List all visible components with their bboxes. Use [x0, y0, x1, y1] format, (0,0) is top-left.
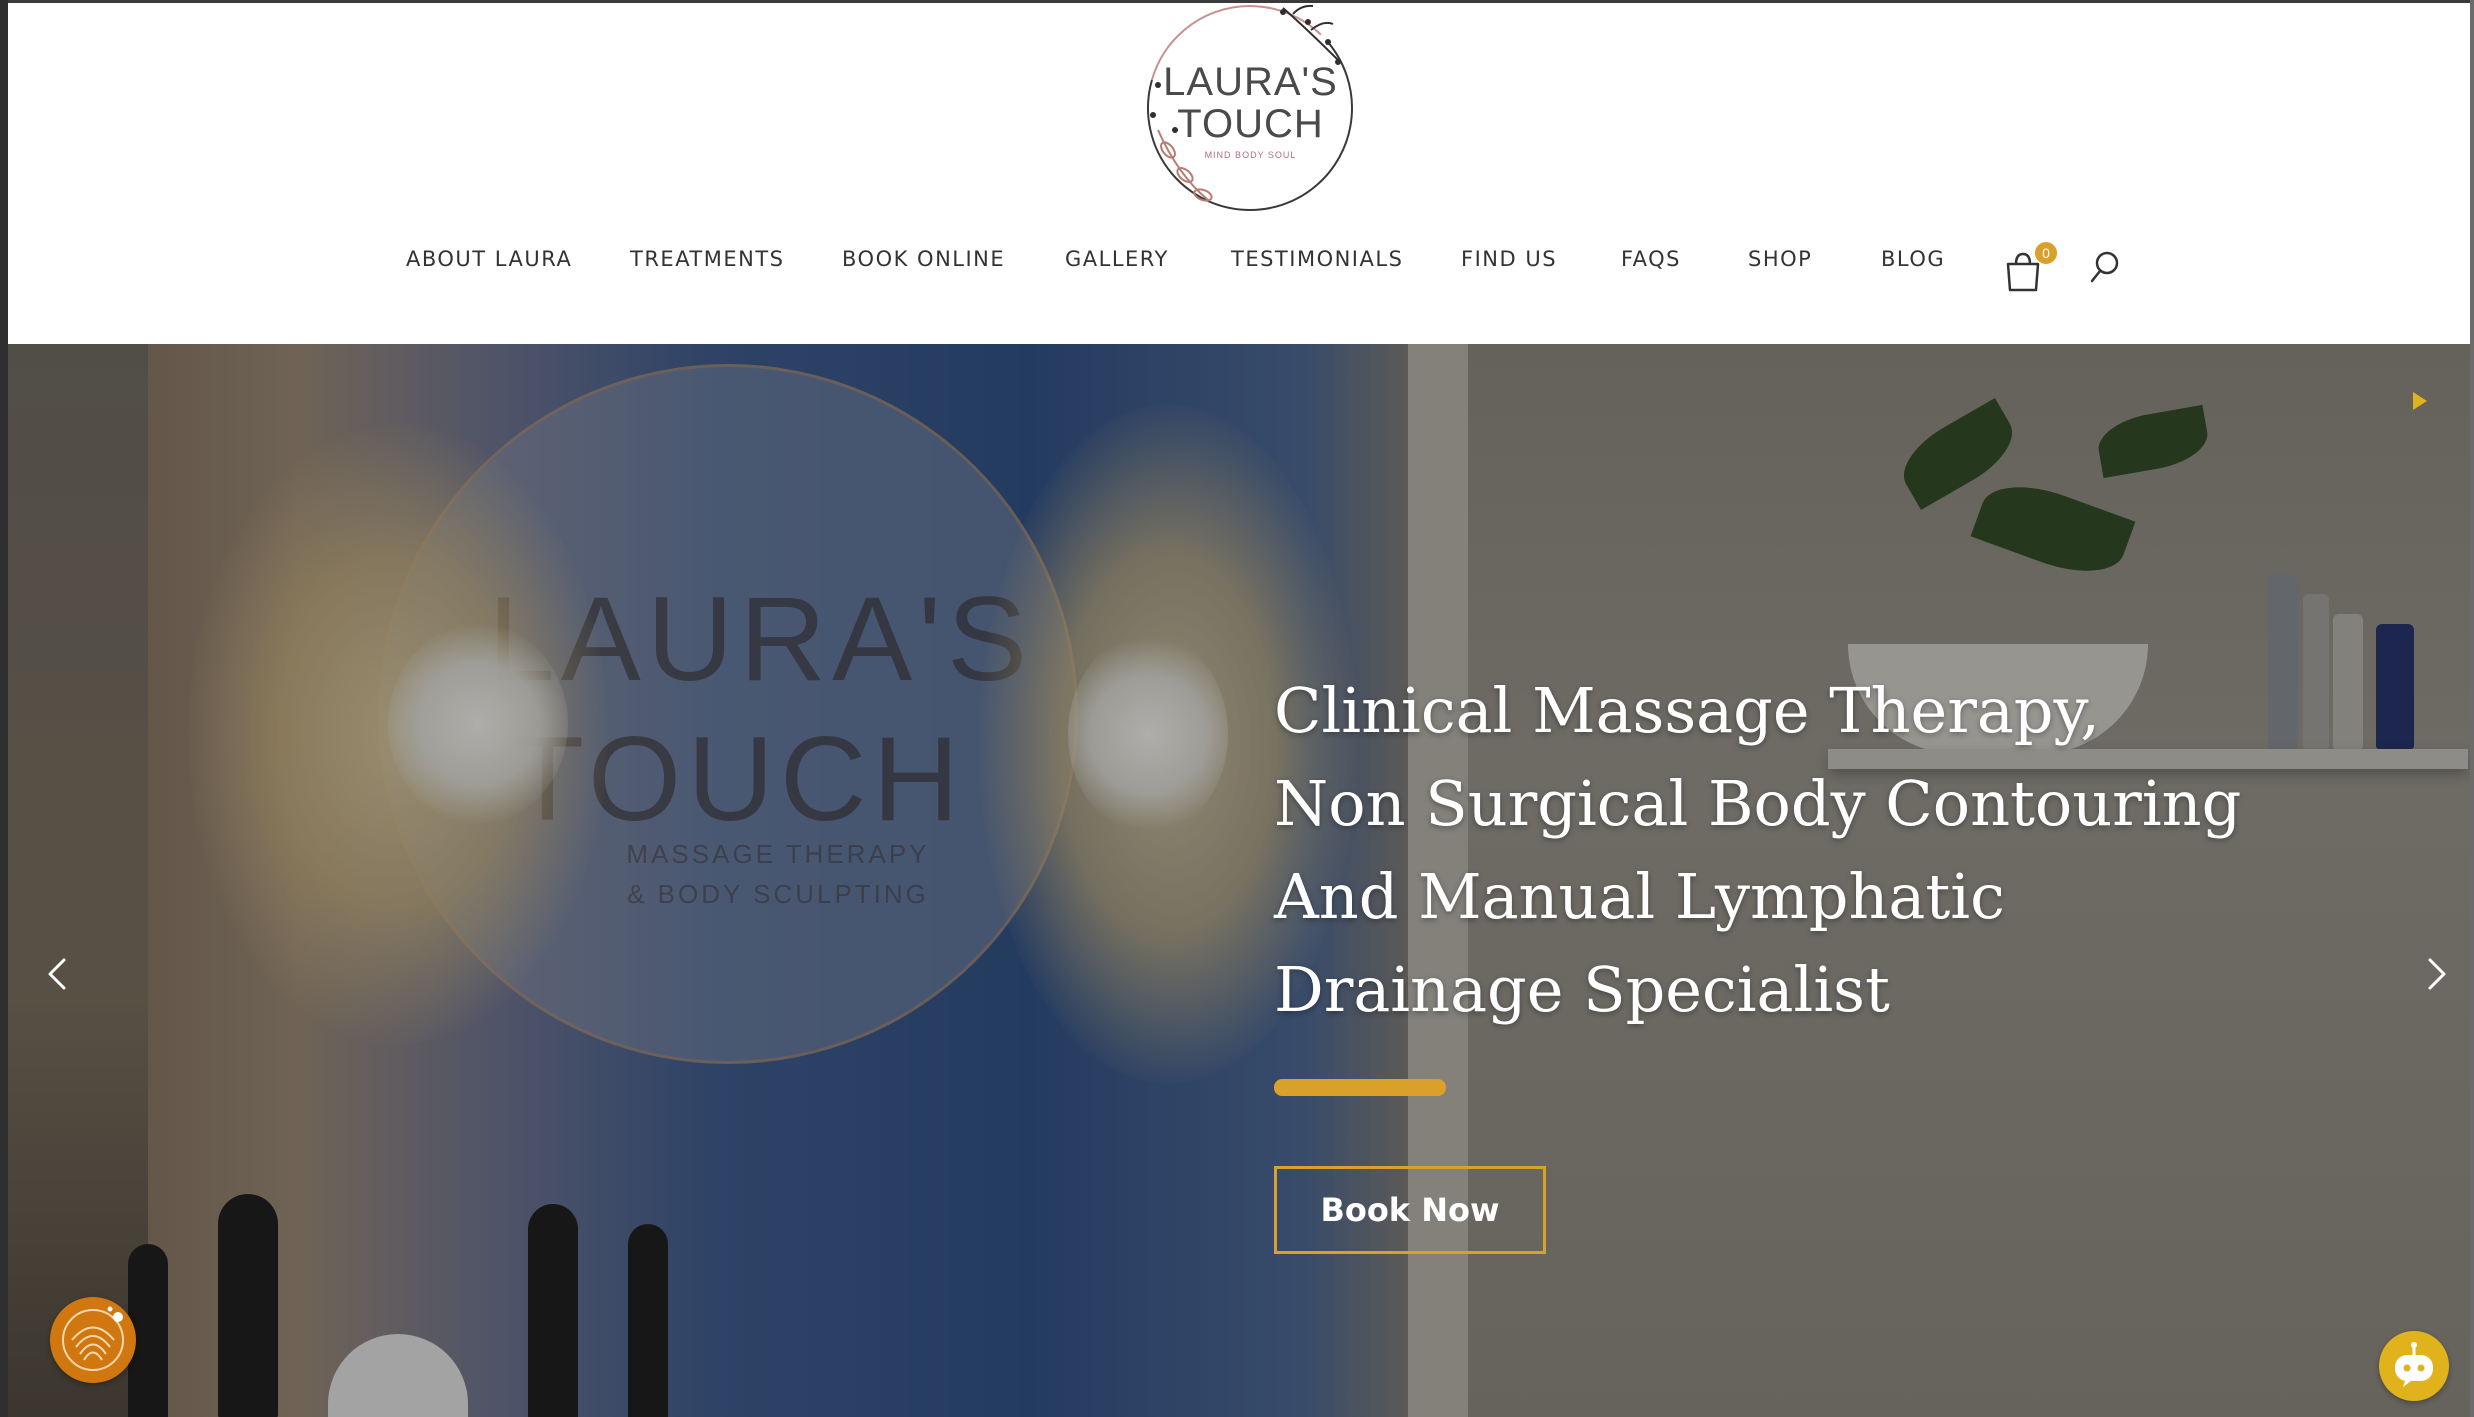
window-top-border	[0, 0, 2474, 3]
nav-item-book-online[interactable]: BOOK ONLINE	[842, 247, 1005, 271]
book-now-button[interactable]: Book Now	[1274, 1166, 1546, 1254]
chat-button[interactable]	[2379, 1331, 2449, 1401]
window-left-border	[0, 0, 8, 1417]
accessibility-button[interactable]	[50, 1297, 136, 1383]
page: LAURA'S TOUCH MIND BODY SOUL ABOUT LAURA…	[0, 0, 2474, 1417]
nav-item-gallery[interactable]: GALLERY	[1065, 247, 1169, 271]
chevron-right-icon	[2428, 958, 2446, 990]
hero-slider: LAURA'S TOUCH MASSAGE THERAPY & BODY SCU…	[8, 344, 2470, 1417]
logo-text-line2: TOUCH	[1177, 102, 1324, 146]
hero-heading: Clinical Massage Therapy, Non Surgical B…	[1274, 664, 2274, 1036]
search-button[interactable]	[2090, 250, 2120, 284]
slider-play-button[interactable]	[2408, 389, 2432, 413]
cart-count-badge: 0	[2035, 242, 2057, 264]
hero-heading-line-1: Clinical Massage Therapy,	[1274, 674, 2100, 747]
nav-item-faqs[interactable]: FAQS	[1621, 247, 1681, 271]
window-right-border	[2470, 0, 2474, 1417]
logo-text-line1: LAURA'S	[1163, 60, 1338, 104]
play-icon	[2413, 392, 2427, 410]
chatbot-icon	[2395, 1342, 2433, 1387]
site-logo[interactable]: LAURA'S TOUCH MIND BODY SOUL	[1133, 0, 1368, 215]
nav-item-treatments[interactable]: TREATMENTS	[630, 247, 785, 271]
nav-item-blog[interactable]: BLOG	[1881, 247, 1945, 271]
hero-heading-line-4: Drainage Specialist	[1274, 953, 1890, 1026]
cart-button[interactable]: 0	[2003, 242, 2057, 292]
logo-tagline: MIND BODY SOUL	[1204, 150, 1297, 160]
slider-prev-button[interactable]	[38, 944, 78, 1004]
site-header: LAURA'S TOUCH MIND BODY SOUL ABOUT LAURA…	[8, 0, 2470, 344]
nav-item-shop[interactable]: SHOP	[1748, 247, 1812, 271]
chevron-left-icon	[48, 958, 66, 990]
search-icon	[2090, 251, 2119, 283]
hero-accent-bar	[1274, 1079, 1446, 1096]
nav-item-testimonials[interactable]: TESTIMONIALS	[1231, 247, 1403, 271]
hero-heading-line-2: Non Surgical Body Contouring	[1274, 767, 2242, 840]
accessibility-icon	[62, 1306, 124, 1371]
hero-heading-line-3: And Manual Lymphatic	[1274, 860, 2005, 933]
nav-item-find-us[interactable]: FIND US	[1461, 247, 1557, 271]
slider-next-button[interactable]	[2416, 944, 2456, 1004]
nav-item-about-laura[interactable]: ABOUT LAURA	[406, 247, 572, 271]
